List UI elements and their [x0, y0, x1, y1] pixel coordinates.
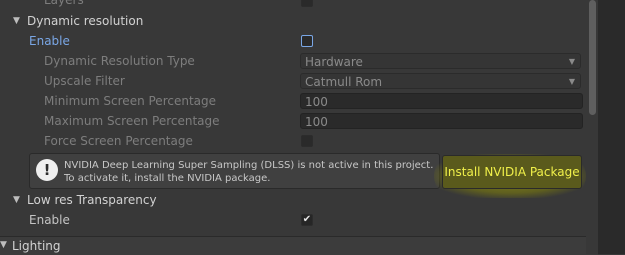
enable-label: Enable: [29, 34, 70, 48]
min-screen-percentage-field[interactable]: 100: [300, 93, 583, 109]
dynamic-resolution-title: Dynamic resolution: [27, 14, 144, 28]
layers-label: Layers: [44, 0, 84, 7]
dropdown-arrow-icon: ▼: [568, 57, 575, 66]
layers-checkbox[interactable]: [301, 0, 313, 7]
low-res-transparency-title: Low res Transparency: [27, 193, 157, 207]
upscale-label: Upscale Filter: [44, 74, 125, 88]
dropdown-arrow-icon: ▼: [568, 77, 575, 86]
max-value: 100: [305, 115, 328, 129]
type-value: Hardware: [305, 55, 363, 69]
dlss-help-box: ! NVIDIA Deep Learning Super Sampling (D…: [29, 153, 440, 189]
dynamic-resolution-enable-checkbox[interactable]: [301, 35, 313, 47]
dlss-help-text: NVIDIA Deep Learning Super Sampling (DLS…: [64, 160, 434, 184]
min-value: 100: [305, 95, 328, 109]
dynamic-resolution-type-dropdown[interactable]: Hardware ▼: [300, 53, 581, 69]
min-label: Minimum Screen Percentage: [44, 94, 217, 108]
lighting-title: Lighting: [12, 239, 61, 253]
max-screen-percentage-field[interactable]: 100: [300, 113, 583, 129]
inspector-panel: Layers ▼ Dynamic resolution Enable Dynam…: [0, 0, 598, 255]
warning-icon: !: [36, 159, 58, 181]
low-res-transparency-enable-checkbox[interactable]: ✔: [301, 214, 313, 226]
max-label: Maximum Screen Percentage: [44, 114, 220, 128]
force-screen-percentage-checkbox[interactable]: [301, 135, 313, 147]
foldout-expanded-icon[interactable]: ▼: [13, 190, 20, 210]
foldout-expanded-icon[interactable]: ▼: [0, 240, 7, 250]
right-gutter: [598, 0, 625, 254]
type-label: Dynamic Resolution Type: [44, 54, 195, 68]
foldout-expanded-icon[interactable]: ▼: [13, 11, 20, 31]
upscale-filter-dropdown[interactable]: Catmull Rom ▼: [300, 73, 581, 89]
install-nvidia-package-button[interactable]: Install NVIDIA Package: [442, 155, 582, 189]
scrollbar-thumb[interactable]: [589, 0, 596, 115]
force-label: Force Screen Percentage: [44, 134, 193, 148]
enable-label: Enable: [29, 213, 70, 227]
lighting-section-bar[interactable]: ▼ Lighting: [0, 236, 598, 255]
upscale-value: Catmull Rom: [305, 75, 383, 89]
